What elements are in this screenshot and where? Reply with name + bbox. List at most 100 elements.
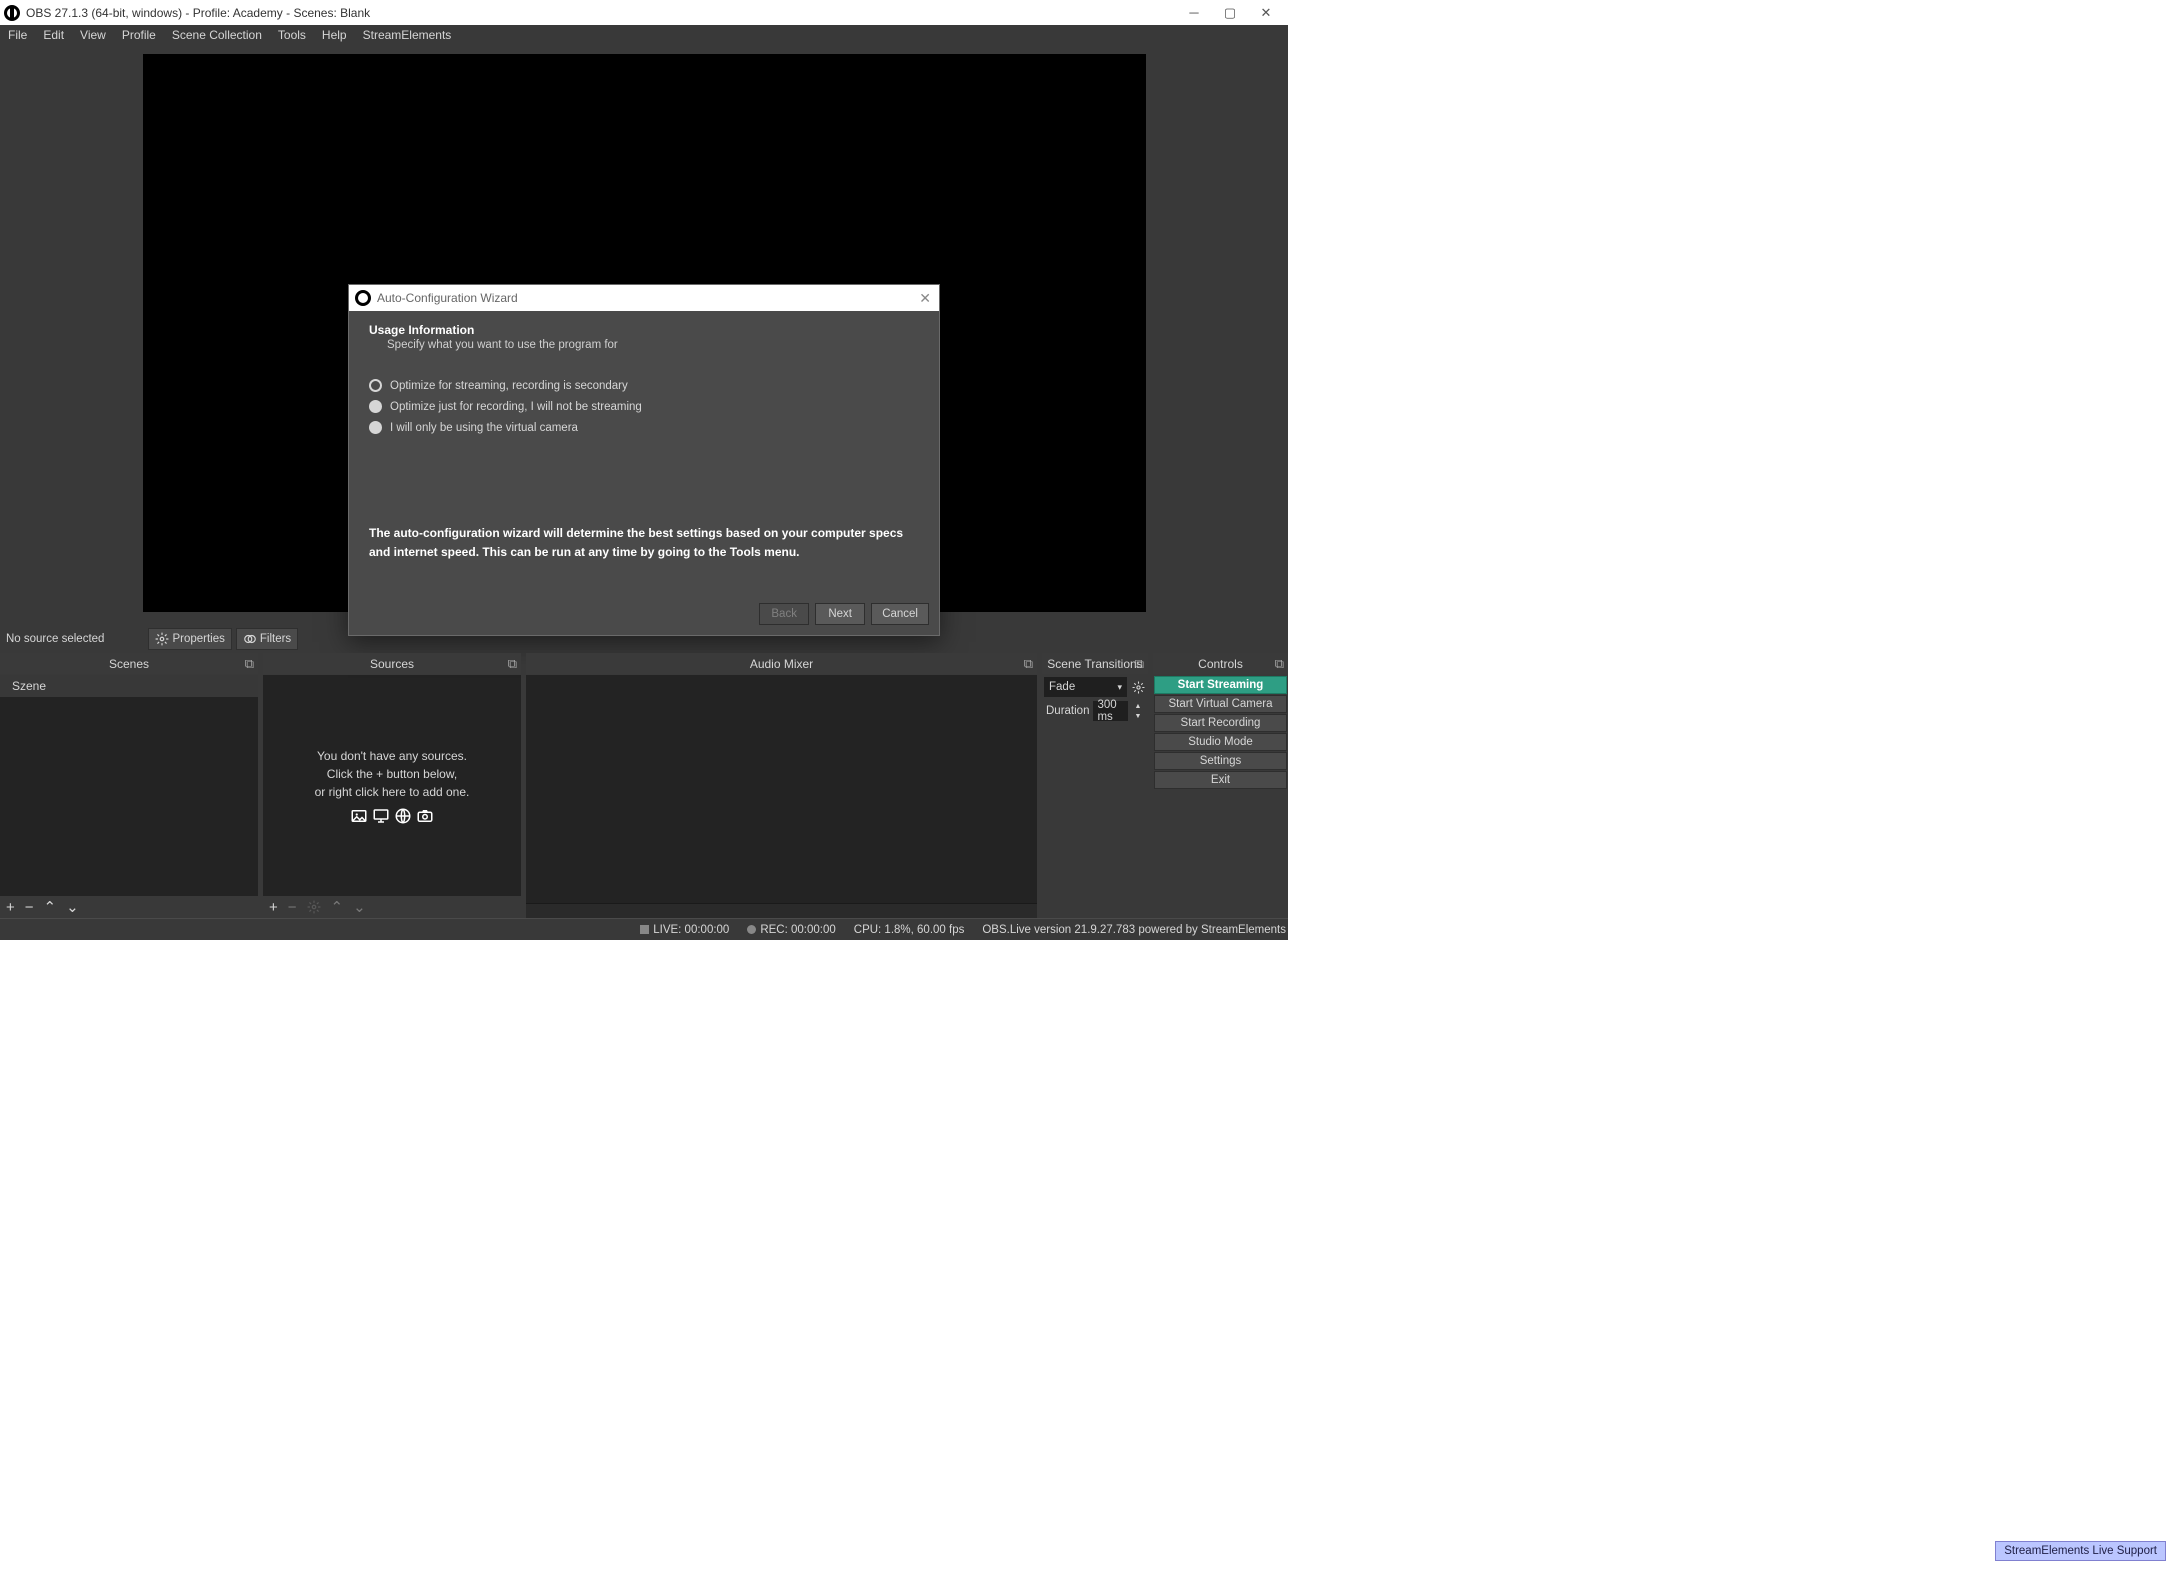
start-streaming-button[interactable]: Start Streaming bbox=[1154, 676, 1287, 694]
popout-icon[interactable]: ⧉ bbox=[245, 656, 254, 672]
filters-button[interactable]: Filters bbox=[236, 628, 298, 650]
sources-empty-message: You don't have any sources. Click the + … bbox=[263, 675, 521, 896]
menu-view[interactable]: View bbox=[72, 25, 114, 46]
controls-title: Controls bbox=[1198, 657, 1243, 671]
mixer-content bbox=[526, 675, 1037, 903]
next-button[interactable]: Next bbox=[815, 603, 865, 625]
scenes-title: Scenes bbox=[109, 657, 149, 671]
dialog-close-button[interactable]: ✕ bbox=[919, 290, 931, 307]
transition-select[interactable]: Fade ▾ bbox=[1044, 677, 1127, 697]
move-up-button[interactable]: ⌃ bbox=[44, 900, 57, 915]
gear-icon bbox=[155, 632, 169, 646]
obs-logo-icon bbox=[355, 290, 371, 306]
scene-transitions-panel: Scene Transitions ⧉ Fade ▾ Duration 300 … bbox=[1042, 653, 1148, 918]
sources-title: Sources bbox=[370, 657, 414, 671]
status-cpu: CPU: 1.8%, 60.00 fps bbox=[854, 924, 965, 936]
scene-item[interactable]: Szene bbox=[0, 675, 258, 697]
remove-scene-button[interactable]: − bbox=[25, 900, 34, 915]
properties-button[interactable]: Properties bbox=[148, 628, 231, 650]
studio-mode-button[interactable]: Studio Mode bbox=[1154, 733, 1287, 751]
statusbar: LIVE: 00:00:00 REC: 00:00:00 CPU: 1.8%, … bbox=[0, 918, 1288, 940]
dialog-body: Usage Information Specify what you want … bbox=[349, 311, 939, 593]
mixer-header: Audio Mixer ⧉ bbox=[526, 653, 1037, 675]
maximize-button[interactable]: ▢ bbox=[1212, 1, 1248, 25]
preview-area: Auto-Configuration Wizard ✕ Usage Inform… bbox=[0, 46, 1288, 625]
move-up-button[interactable]: ⌃ bbox=[331, 900, 344, 915]
properties-label: Properties bbox=[172, 633, 224, 645]
globe-icon bbox=[394, 807, 412, 825]
monitor-icon bbox=[372, 807, 390, 825]
transition-settings-button[interactable] bbox=[1130, 679, 1146, 695]
sources-header: Sources ⧉ bbox=[263, 653, 521, 675]
sources-panel: Sources ⧉ You don't have any sources. Cl… bbox=[263, 653, 521, 918]
close-button[interactable]: ✕ bbox=[1248, 1, 1284, 25]
scenes-toolbar: + − ⌃ ⌄ bbox=[0, 896, 258, 918]
remove-source-button[interactable]: − bbox=[288, 900, 297, 915]
menu-scene-collection[interactable]: Scene Collection bbox=[164, 25, 270, 46]
obs-logo-icon bbox=[4, 5, 20, 21]
docked-panels: Scenes ⧉ Szene + − ⌃ ⌄ Sources ⧉ You don… bbox=[0, 653, 1288, 918]
menu-help[interactable]: Help bbox=[314, 25, 355, 46]
live-indicator-icon bbox=[640, 925, 649, 934]
audio-mixer-panel: Audio Mixer ⧉ bbox=[526, 653, 1037, 918]
back-button[interactable]: Back bbox=[759, 603, 809, 625]
controls-header: Controls ⧉ bbox=[1153, 653, 1288, 675]
start-virtual-camera-button[interactable]: Start Virtual Camera bbox=[1154, 695, 1287, 713]
popout-icon[interactable]: ⧉ bbox=[1275, 656, 1284, 672]
add-scene-button[interactable]: + bbox=[6, 900, 15, 915]
duration-spinner[interactable]: ▲▼ bbox=[1132, 701, 1144, 721]
scrollbar-horizontal[interactable] bbox=[526, 903, 1037, 918]
dialog-description: The auto-configuration wizard will deter… bbox=[369, 524, 919, 562]
rec-indicator-icon bbox=[747, 925, 756, 934]
status-version: OBS.Live version 21.9.27.783 powered by … bbox=[982, 924, 1286, 936]
source-selection-label: No source selected bbox=[6, 633, 104, 645]
dialog-title: Auto-Configuration Wizard bbox=[377, 291, 518, 305]
duration-input[interactable]: 300 ms bbox=[1093, 701, 1128, 721]
minimize-button[interactable]: ─ bbox=[1176, 1, 1212, 25]
auto-config-dialog: Auto-Configuration Wizard ✕ Usage Inform… bbox=[348, 284, 940, 636]
image-icon bbox=[350, 807, 368, 825]
radio-label: I will only be using the virtual camera bbox=[390, 422, 578, 434]
filters-label: Filters bbox=[260, 633, 291, 645]
radio-icon bbox=[369, 379, 382, 392]
menu-profile[interactable]: Profile bbox=[114, 25, 164, 46]
radio-icon bbox=[369, 421, 382, 434]
exit-button[interactable]: Exit bbox=[1154, 771, 1287, 789]
menu-streamelements[interactable]: StreamElements bbox=[355, 25, 460, 46]
usage-radio-group: Optimize for streaming, recording is sec… bbox=[369, 379, 919, 442]
menu-edit[interactable]: Edit bbox=[35, 25, 72, 46]
radio-option-streaming[interactable]: Optimize for streaming, recording is sec… bbox=[369, 379, 919, 392]
mixer-title: Audio Mixer bbox=[750, 657, 813, 671]
app-window: OBS 27.1.3 (64-bit, windows) - Profile: … bbox=[0, 0, 1288, 940]
popout-icon[interactable]: ⧉ bbox=[1024, 656, 1033, 672]
cancel-button[interactable]: Cancel bbox=[871, 603, 929, 625]
settings-button[interactable]: Settings bbox=[1154, 752, 1287, 770]
popout-icon[interactable]: ⧉ bbox=[508, 656, 517, 672]
transitions-header: Scene Transitions ⧉ bbox=[1042, 653, 1148, 675]
status-rec: REC: 00:00:00 bbox=[747, 924, 835, 936]
menubar: File Edit View Profile Scene Collection … bbox=[0, 25, 1288, 46]
titlebar: OBS 27.1.3 (64-bit, windows) - Profile: … bbox=[0, 0, 1288, 25]
source-settings-button[interactable] bbox=[307, 900, 321, 914]
start-recording-button[interactable]: Start Recording bbox=[1154, 714, 1287, 732]
radio-icon bbox=[369, 400, 382, 413]
move-down-button[interactable]: ⌄ bbox=[66, 900, 79, 915]
add-source-button[interactable]: + bbox=[269, 900, 278, 915]
radio-label: Optimize for streaming, recording is sec… bbox=[390, 380, 628, 392]
popout-icon[interactable]: ⧉ bbox=[1135, 656, 1144, 672]
sources-toolbar: + − ⌃ ⌄ bbox=[263, 896, 521, 918]
chevron-down-icon: ▾ bbox=[1117, 682, 1122, 693]
dialog-button-row: Back Next Cancel bbox=[349, 593, 939, 635]
camera-icon bbox=[416, 807, 434, 825]
radio-option-virtualcam[interactable]: I will only be using the virtual camera bbox=[369, 421, 919, 434]
menu-tools[interactable]: Tools bbox=[270, 25, 314, 46]
menu-file[interactable]: File bbox=[0, 25, 35, 46]
filter-icon bbox=[243, 632, 257, 646]
spinner-down-icon: ▼ bbox=[1132, 711, 1144, 721]
move-down-button[interactable]: ⌄ bbox=[353, 900, 366, 915]
radio-option-recording[interactable]: Optimize just for recording, I will not … bbox=[369, 400, 919, 413]
scenes-header: Scenes ⧉ bbox=[0, 653, 258, 675]
transitions-title: Scene Transitions bbox=[1047, 657, 1142, 671]
dialog-heading: Usage Information bbox=[369, 323, 919, 337]
streamelements-support-button[interactable]: StreamElements Live Support bbox=[1995, 1541, 2166, 1561]
